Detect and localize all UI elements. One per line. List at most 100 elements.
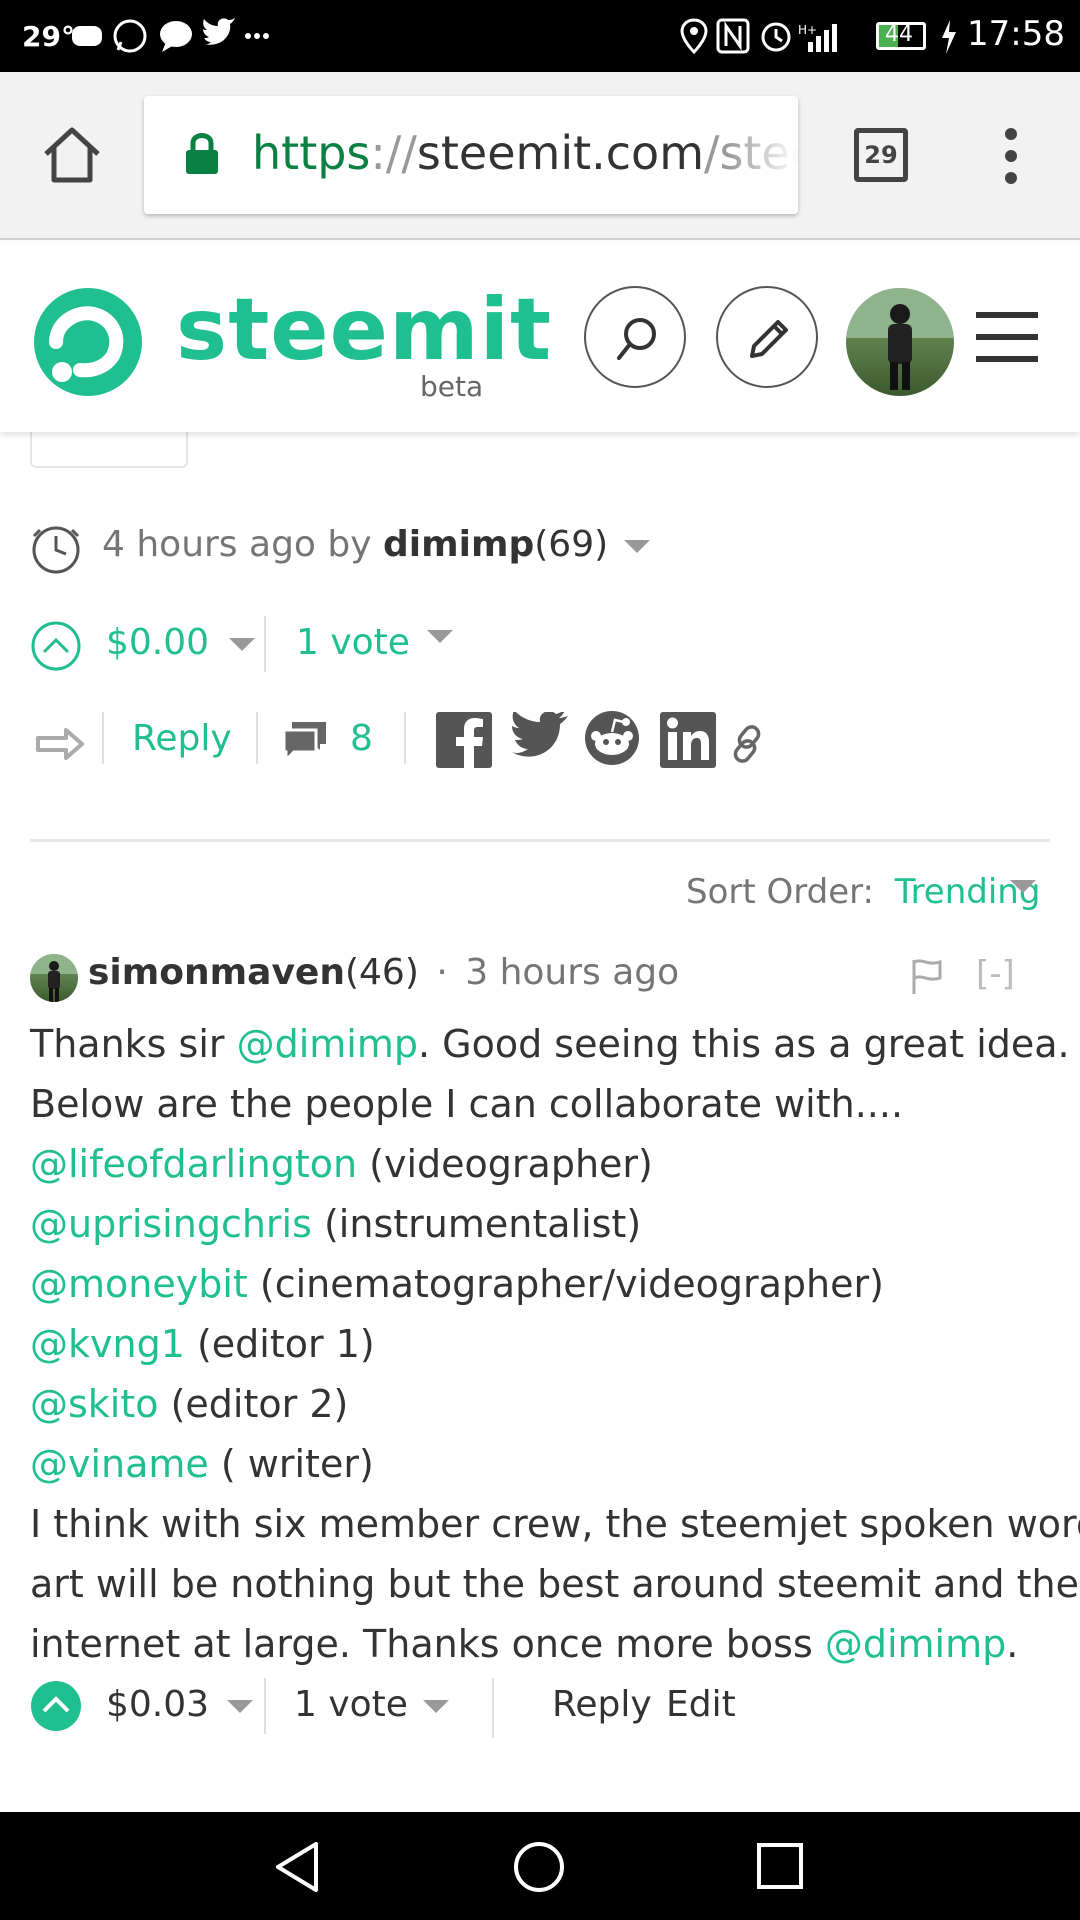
system-nav-bar <box>0 1812 1080 1920</box>
search-icon <box>617 318 656 360</box>
comment-line: I think with six member crew, the steemj… <box>30 1494 1080 1554</box>
clock-time: 17:58 <box>967 14 1065 54</box>
comment-text: (instrumentalist) <box>311 1202 642 1246</box>
comments-icon[interactable] <box>280 718 330 764</box>
mention-link[interactable]: @uprisingchris <box>30 1202 312 1246</box>
comment-line: @uprisingchris (instrumentalist) <box>30 1194 1050 1254</box>
mention-link[interactable]: @viname <box>30 1442 209 1486</box>
post-payout[interactable]: $0.00 <box>106 622 255 663</box>
comment-edit-link[interactable]: Edit <box>666 1684 736 1725</box>
comment-votes-dropdown-icon <box>423 1699 450 1713</box>
mention-link[interactable]: @skito <box>30 1382 159 1426</box>
tab-switcher-button[interactable]: 29 <box>854 128 908 182</box>
comment-text: ( writer) <box>208 1442 374 1486</box>
site-header: steemit beta <box>0 242 1080 432</box>
comment-reply-link[interactable]: Reply <box>552 1684 652 1725</box>
lock-icon <box>186 133 218 174</box>
comment-text: . Good seeing this as a great idea. <box>418 1022 1070 1066</box>
sort-label: Sort Order: <box>686 872 874 912</box>
resteem-icon[interactable] <box>36 722 86 762</box>
comment-avatar[interactable] <box>30 954 78 1002</box>
mention-link[interactable]: @moneybit <box>30 1262 248 1306</box>
post-time: 4 hours ago by <box>102 524 372 565</box>
sort-order: Sort Order: Trending <box>686 872 1040 912</box>
comment-text: (videographer) <box>357 1142 653 1186</box>
system-status-icons: H+ <box>680 18 837 55</box>
home-icon[interactable] <box>40 124 104 188</box>
comment-payout[interactable]: $0.03 <box>106 1684 253 1725</box>
comment-text: internet at large. Thanks once more boss <box>30 1622 825 1666</box>
mention-link[interactable]: @kvng1 <box>30 1322 185 1366</box>
pencil-icon <box>750 320 788 358</box>
reddit-icon[interactable] <box>584 710 640 766</box>
post-author-rep: (69) <box>534 524 609 565</box>
post-reply-link[interactable]: Reply <box>132 718 232 759</box>
steemit-logo-icon[interactable] <box>28 282 144 398</box>
address-bar[interactable]: https://steemit.com/stee <box>144 96 798 214</box>
comment-body: Thanks sir @dimimp. Good seeing this as … <box>30 1014 1080 1674</box>
sort-dropdown-icon[interactable] <box>1010 880 1036 893</box>
upvote-icon[interactable] <box>30 620 82 672</box>
comment-time[interactable]: 3 hours ago <box>465 952 679 993</box>
comment-text: Thanks sir <box>30 1022 237 1066</box>
comment-line: @viname ( writer) <box>30 1434 1050 1494</box>
temperature: 29° <box>22 20 75 53</box>
comment-text: . <box>1006 1622 1019 1666</box>
search-button[interactable] <box>584 286 686 388</box>
tab-count: 29 <box>864 141 898 169</box>
mention-link[interactable]: @dimimp <box>237 1022 418 1066</box>
votes-dropdown-icon <box>427 630 454 643</box>
comment-avatar-figure <box>30 954 78 1002</box>
comment-line: Below are the people I can collaborate w… <box>30 1074 1050 1134</box>
post-author-link[interactable]: dimimp <box>383 524 534 565</box>
comment-line: @lifeofdarlington (videographer) <box>30 1134 1050 1194</box>
comment-line: @skito (editor 2) <box>30 1374 1050 1434</box>
facebook-icon[interactable] <box>436 712 492 768</box>
post-votes[interactable]: 1 vote <box>296 622 454 663</box>
hamburger-icon[interactable] <box>976 310 1038 364</box>
linkedin-icon[interactable] <box>660 712 716 768</box>
comment-header: simonmaven(46) · 3 hours ago <box>88 952 679 993</box>
comment-author-link[interactable]: simonmaven <box>88 952 345 993</box>
comment-text: art will be nothing but the best around … <box>30 1562 1079 1606</box>
avatar-figure <box>846 288 954 390</box>
comment-line: @kvng1 (editor 1) <box>30 1314 1050 1374</box>
battery-icon: 44 <box>876 22 926 50</box>
url-text: https://steemit.com/stee <box>252 126 798 180</box>
brand-sub: beta <box>420 370 484 403</box>
comment-line: @moneybit (cinematographer/videographer) <box>30 1254 1050 1314</box>
twitter-icon[interactable] <box>510 712 568 760</box>
battery-level: 44 <box>885 22 913 47</box>
comment-text: I think with six member crew, the steemj… <box>30 1502 1080 1546</box>
back-icon[interactable] <box>272 1840 322 1894</box>
brand-name[interactable]: steemit <box>176 280 552 380</box>
overflow-menu-icon[interactable] <box>996 126 1026 186</box>
charging-icon <box>942 20 956 54</box>
meta-separator: · <box>436 952 448 993</box>
comment-upvote-icon[interactable] <box>30 1680 82 1732</box>
comment-text: (editor 2) <box>158 1382 349 1426</box>
comment-line: art will be nothing but the best around … <box>30 1554 1079 1614</box>
comment-votes[interactable]: 1 vote <box>294 1684 450 1725</box>
comment-line: internet at large. Thanks once more boss… <box>30 1614 1050 1674</box>
compose-button[interactable] <box>716 286 818 388</box>
link-icon[interactable] <box>728 722 768 766</box>
flag-icon[interactable] <box>910 958 944 996</box>
comment-text: (editor 1) <box>184 1322 375 1366</box>
author-dropdown-icon[interactable] <box>623 539 650 553</box>
notification-icons <box>72 18 269 53</box>
comment-payout-dropdown-icon <box>226 1699 253 1713</box>
comment-text: (cinematographer/videographer) <box>247 1262 884 1306</box>
browser-toolbar: https://steemit.com/stee 29 <box>0 72 1080 240</box>
avatar[interactable] <box>846 288 954 396</box>
mention-link[interactable]: @lifeofdarlington <box>30 1142 357 1186</box>
comment-author-rep: (46) <box>344 952 419 993</box>
comment-count[interactable]: 8 <box>350 718 373 759</box>
home-nav-icon[interactable] <box>512 1840 566 1894</box>
payout-dropdown-icon <box>228 637 255 651</box>
recents-icon[interactable] <box>756 1842 804 1890</box>
clock-icon <box>32 526 80 574</box>
collapse-toggle[interactable]: [-] <box>976 954 1015 994</box>
comment-line: Thanks sir @dimimp. Good seeing this as … <box>30 1014 1070 1074</box>
mention-link[interactable]: @dimimp <box>825 1622 1006 1666</box>
